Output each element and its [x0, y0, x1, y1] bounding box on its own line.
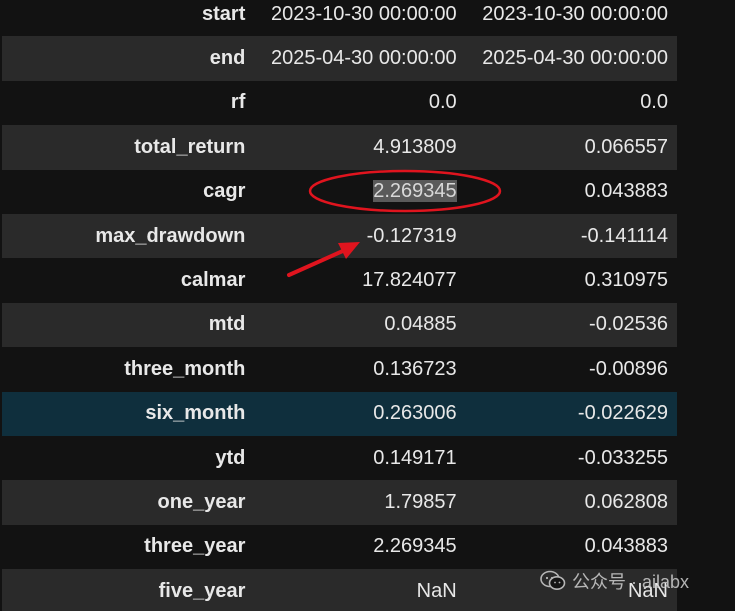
cell-value: 2025-04-30 00:00:00 — [254, 36, 466, 81]
table-row: start 2023-10-30 00:00:00 2023-10-30 00:… — [2, 0, 677, 37]
row-label: max_drawdown — [2, 213, 255, 259]
cell-value: -0.022629 — [465, 391, 677, 436]
cell-value: 0.062808 — [465, 480, 677, 525]
cell-value: 4.913809 — [254, 125, 466, 170]
cell-value: 0.136723 — [254, 347, 466, 392]
watermark-text: 公众号 · ailabx — [572, 572, 690, 592]
table-row: ytd 0.149171 -0.033255 — [2, 435, 677, 481]
cell-value-selected[interactable]: 2.269345 — [254, 169, 466, 214]
cell-value: -0.141114 — [465, 213, 677, 259]
cell-value: NaN — [254, 569, 466, 611]
row-label: ytd — [2, 435, 255, 481]
cell-value: 2023-10-30 00:00:00 — [465, 0, 677, 37]
cell-value: 0.310975 — [465, 258, 677, 303]
cell-value: 2.269345 — [254, 524, 466, 570]
cell-value: -0.127319 — [254, 213, 466, 259]
selected-text[interactable]: 2.269345 — [373, 180, 457, 203]
cell-value: 2023-10-30 00:00:00 — [254, 0, 466, 37]
table-row: cagr 2.269345 0.043883 — [2, 169, 677, 214]
row-label: mtd — [2, 302, 255, 348]
cell-value: 0.263006 — [254, 391, 466, 436]
row-label: three_year — [2, 524, 255, 570]
table-row: three_year 2.269345 0.043883 — [2, 524, 677, 570]
cell-value: 0.066557 — [465, 125, 677, 170]
cell-value: -0.02536 — [465, 302, 677, 348]
cell-value: -0.00896 — [465, 347, 677, 392]
cell-value: 1.79857 — [254, 480, 466, 525]
cell-value: 0.04885 — [254, 302, 466, 348]
wechat-icon — [540, 570, 566, 590]
table-row: end 2025-04-30 00:00:00 2025-04-30 00:00… — [2, 36, 677, 81]
cell-value: 0.149171 — [254, 435, 466, 481]
row-label: one_year — [2, 480, 255, 525]
row-label: rf — [2, 80, 255, 126]
cell-value: 0.0 — [254, 80, 466, 126]
table-row: rf 0.0 0.0 — [2, 80, 677, 126]
stats-table: start 2023-10-30 00:00:00 2023-10-30 00:… — [2, 0, 677, 611]
table-row: total_return 4.913809 0.066557 — [2, 125, 677, 170]
cell-value: 17.824077 — [254, 258, 466, 303]
row-label: cagr — [2, 169, 255, 214]
cell-value: 0.0 — [465, 80, 677, 126]
row-label: calmar — [2, 258, 255, 303]
table-row-hovered[interactable]: six_month 0.263006 -0.022629 — [2, 391, 677, 436]
row-label: total_return — [2, 125, 255, 170]
notebook-output: start 2023-10-30 00:00:00 2023-10-30 00:… — [0, 0, 735, 611]
row-label: six_month — [2, 391, 255, 436]
table-row: mtd 0.04885 -0.02536 — [2, 302, 677, 348]
table-row: three_month 0.136723 -0.00896 — [2, 347, 677, 392]
table-row: max_drawdown -0.127319 -0.141114 — [2, 213, 677, 259]
row-label: five_year — [2, 569, 255, 611]
table-row: one_year 1.79857 0.062808 — [2, 480, 677, 525]
table-row: calmar 17.824077 0.310975 — [2, 258, 677, 303]
row-label: three_month — [2, 347, 255, 392]
cell-value: 2025-04-30 00:00:00 — [465, 36, 677, 81]
cell-value: -0.033255 — [465, 435, 677, 481]
cell-value: 0.043883 — [465, 524, 677, 570]
row-label: end — [2, 36, 255, 81]
row-label: start — [2, 0, 255, 37]
watermark: 公众号 · ailabx — [540, 568, 689, 594]
cell-value: 0.043883 — [465, 169, 677, 214]
